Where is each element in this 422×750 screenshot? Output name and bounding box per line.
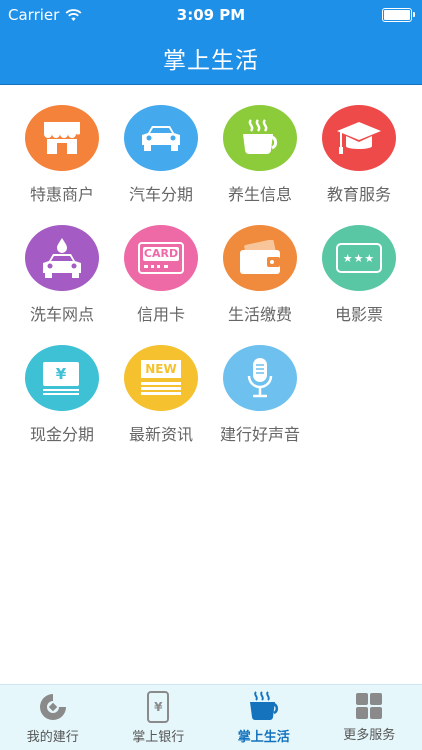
- tab-label: 掌上生活: [237, 730, 290, 745]
- grid-icon-circle: [322, 105, 396, 171]
- grid-item-car-wash[interactable]: 洗车网点: [12, 205, 112, 325]
- grid-item-label: 洗车网点: [29, 305, 94, 324]
- grid-icon-circle: NEW: [124, 345, 198, 411]
- grid-item-utility-payment[interactable]: 生活缴费: [210, 205, 310, 325]
- grid-item-label: 养生信息: [227, 185, 292, 204]
- tea-cup-icon: [243, 119, 278, 154]
- grid-item-discount-merchants[interactable]: 特惠商户: [12, 85, 112, 205]
- battery-icon: [382, 8, 415, 22]
- grid-item-label: 教育服务: [326, 185, 391, 204]
- grid-item-label: 汽车分期: [128, 185, 193, 204]
- grid-icon-circle: CARD: [124, 225, 198, 291]
- tab-more-services[interactable]: 更多服务: [317, 685, 422, 750]
- grid-item-label: 生活缴费: [227, 305, 292, 324]
- mobile-bank-symbol: ¥: [154, 700, 163, 714]
- grid-item-label: 信用卡: [136, 305, 185, 324]
- movie-ticket-icon: ★★★: [336, 243, 382, 273]
- grid-item-label: 最新资讯: [128, 425, 193, 444]
- grid-icon-circle: [223, 345, 297, 411]
- grid-item-health-info[interactable]: 养生信息: [210, 85, 310, 205]
- news-icon: NEW: [141, 360, 181, 396]
- grid-item-label: 电影票: [334, 305, 383, 324]
- nav-bar: 掌上生活: [0, 30, 422, 85]
- status-bar: Carrier 3:09 PM: [0, 0, 422, 30]
- ticket-stars: ★★★: [342, 251, 376, 265]
- grid-item-label: 建行好声音: [219, 425, 300, 444]
- grid-item-movie-tickets[interactable]: ★★★ 电影票: [309, 205, 409, 325]
- grid-item-label: 现金分期: [29, 425, 94, 444]
- credit-card-icon: CARD: [138, 242, 184, 274]
- card-badge: CARD: [143, 247, 179, 261]
- microphone-icon: [247, 358, 273, 398]
- grid-icon-circle: [223, 105, 297, 171]
- grid-icon-circle: [223, 225, 297, 291]
- grid-item-ccb-voice[interactable]: 建行好声音: [210, 325, 310, 445]
- coffee-cup-icon: [249, 691, 278, 720]
- tab-mobile-bank[interactable]: ¥ 掌上银行: [106, 685, 212, 750]
- wallet-icon: [240, 240, 280, 274]
- grid-icon-circle: [124, 105, 198, 171]
- car-icon: [142, 126, 180, 151]
- graduation-cap-icon: [337, 122, 381, 154]
- grid-item-car-installment[interactable]: 汽车分期: [111, 85, 211, 205]
- tab-my-ccb[interactable]: 我的建行: [0, 685, 106, 750]
- cash-symbol: ¥: [55, 365, 67, 383]
- grid-icon-circle: [25, 225, 99, 291]
- grid-item-credit-card[interactable]: CARD 信用卡: [111, 205, 211, 325]
- grid-icon-circle: ¥: [25, 345, 99, 411]
- grid-item-label: 特惠商户: [29, 185, 94, 204]
- more-grid-icon: [356, 693, 383, 719]
- tab-bar: 我的建行 ¥ 掌上银行 掌上生活 更多服务: [0, 684, 422, 750]
- grid-item-latest-news[interactable]: NEW 最新资讯: [111, 325, 211, 445]
- tab-mobile-life[interactable]: 掌上生活: [211, 685, 317, 750]
- grid-icon-circle: ★★★: [322, 225, 396, 291]
- tab-label: 掌上银行: [132, 730, 185, 745]
- news-badge: NEW: [141, 360, 181, 378]
- grid-icon-circle: [25, 105, 99, 171]
- grid-item-education[interactable]: 教育服务: [309, 85, 409, 205]
- tab-label: 我的建行: [26, 730, 79, 745]
- page-title: 掌上生活: [163, 48, 259, 74]
- tab-label: 更多服务: [343, 728, 396, 743]
- cash-icon: ¥: [39, 360, 85, 396]
- car-wash-icon: [43, 238, 81, 278]
- storefront-icon: [44, 122, 80, 154]
- status-time: 3:09 PM: [176, 6, 246, 24]
- mobile-bank-icon: ¥: [147, 691, 170, 723]
- grid-item-cash-installment[interactable]: ¥ 现金分期: [12, 325, 112, 445]
- ccb-logo-icon: [39, 694, 66, 720]
